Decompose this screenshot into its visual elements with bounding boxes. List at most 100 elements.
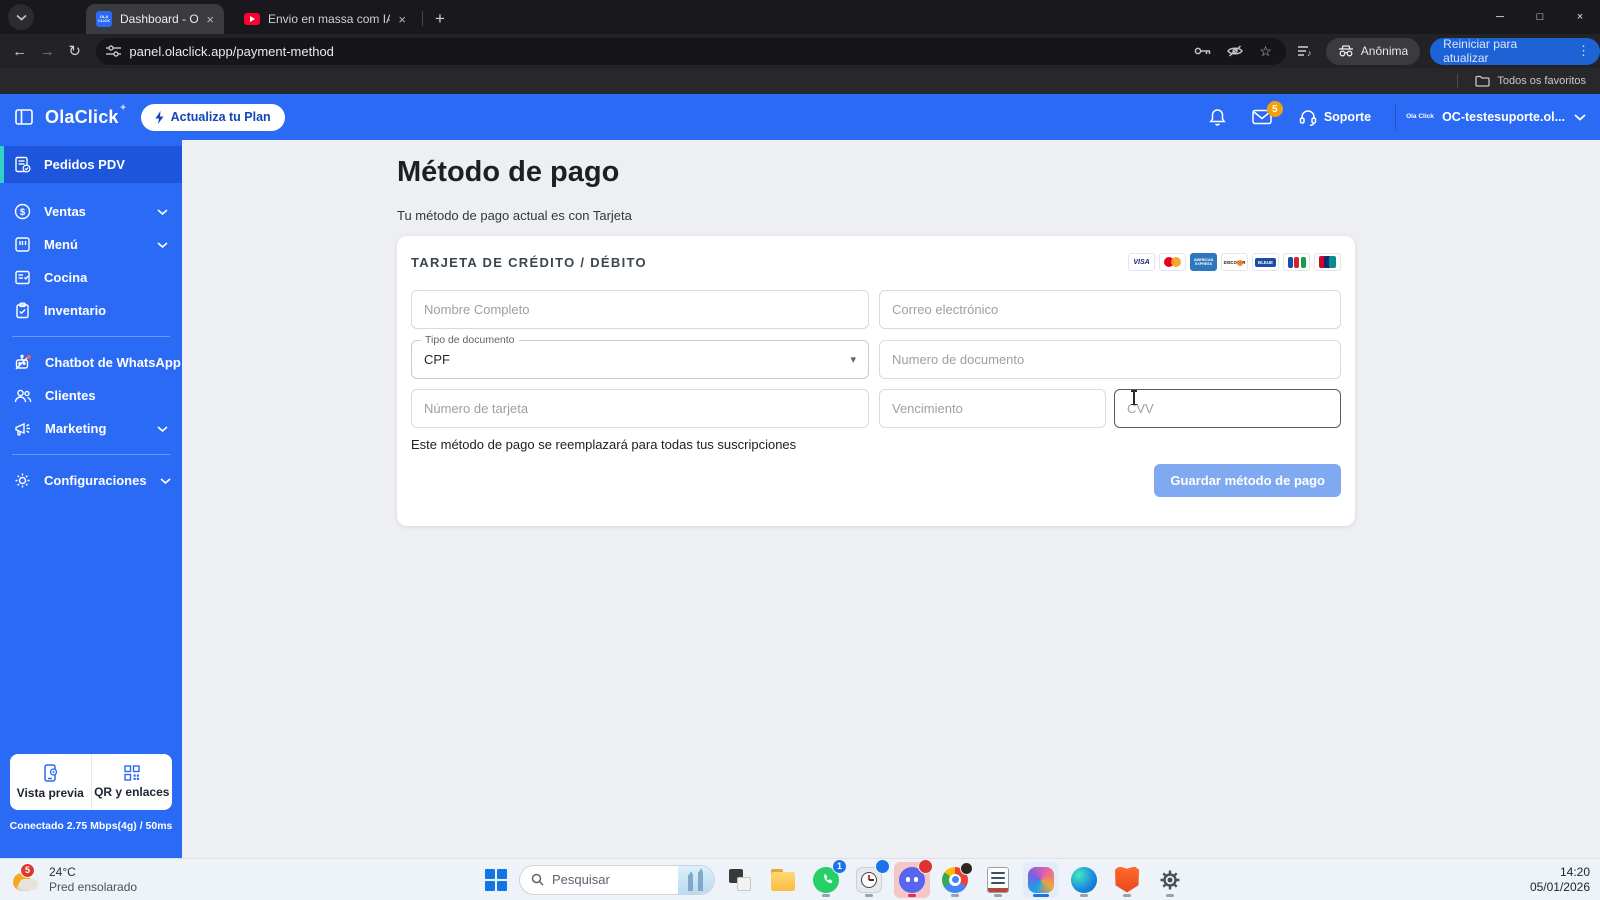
svg-text:♪: ♪ (1307, 48, 1312, 57)
site-settings-icon[interactable] (106, 45, 121, 57)
search-placeholder: Pesquisar (552, 872, 678, 887)
windows-logo-icon (485, 869, 507, 891)
caret-down-icon: ▾ (850, 353, 856, 366)
sidebar-item-pedidos-pdv[interactable]: Pedidos PDV (0, 146, 182, 183)
chevron-down-icon (157, 426, 168, 432)
sidebar-item-marketing[interactable]: Marketing (0, 412, 182, 445)
copilot-button[interactable] (1023, 862, 1059, 898)
sidebar-item-configuraciones[interactable]: Configuraciones (0, 464, 182, 497)
browser-menu-icon[interactable]: ⋮ (1573, 43, 1594, 59)
notes-app-button[interactable] (980, 862, 1016, 898)
window-controls: ─ □ × (1480, 0, 1600, 34)
discover-icon: DISCOVER (1221, 253, 1248, 271)
save-payment-method-button[interactable]: Guardar método de pago (1154, 464, 1341, 497)
address-bar[interactable]: panel.olaclick.app/payment-method ☆ (96, 38, 1285, 65)
back-button[interactable]: ← (6, 43, 33, 60)
tab-youtube[interactable]: Envio en massa com IA - YouTu × (234, 4, 416, 34)
olaclick-favicon: OLA CLICK (96, 11, 112, 27)
minimize-button[interactable]: ─ (1480, 11, 1520, 23)
expiry-input[interactable] (879, 389, 1106, 428)
bookmarks-bar: Todos os favoritos (0, 68, 1600, 94)
whatsapp-button[interactable]: 1 (808, 862, 844, 898)
taskbar-search[interactable]: Pesquisar (519, 865, 715, 895)
app-header: OlaClick ✦ Actualiza tu Plan 5 Soporte (0, 94, 1600, 140)
password-key-icon[interactable] (1194, 46, 1211, 56)
name-field-wrap (411, 290, 869, 329)
payment-card: TARJETA DE CRÉDITO / DÉBITO VISA AMERICA… (397, 236, 1355, 526)
brave-button[interactable] (1109, 862, 1145, 898)
upgrade-plan-button[interactable]: Actualiza tu Plan (141, 104, 285, 131)
notifications-bell-button[interactable] (1196, 108, 1239, 126)
start-button[interactable] (480, 864, 512, 896)
folder-icon (771, 872, 795, 891)
task-view-icon (729, 869, 751, 891)
qr-links-button[interactable]: QR y enlaces (91, 754, 173, 810)
clock-app-button[interactable] (851, 862, 887, 898)
search-highlight-image[interactable] (678, 865, 714, 895)
edge-button[interactable] (1066, 862, 1102, 898)
discord-button[interactable] (894, 862, 930, 898)
card-section-title: TARJETA DE CRÉDITO / DÉBITO (411, 255, 647, 270)
page-title: Método de pago (397, 156, 619, 189)
card-number-input[interactable] (411, 389, 869, 428)
eye-off-icon[interactable] (1227, 45, 1243, 57)
chevron-down-icon (16, 14, 27, 21)
maximize-button[interactable]: □ (1520, 11, 1560, 23)
close-tab-icon[interactable]: × (206, 13, 214, 26)
sidebar-collapse-icon[interactable] (15, 109, 33, 125)
task-view-button[interactable] (722, 862, 758, 898)
tab-title: Dashboard - OlaClick (120, 12, 198, 26)
account-name: OC-testesuporte.ol... (1442, 110, 1565, 124)
preview-button[interactable]: Vista previa (10, 754, 91, 810)
account-logo: Ola Click (1406, 114, 1434, 121)
settings-button[interactable] (1152, 862, 1188, 898)
sidebar-item-label: Clientes (45, 388, 96, 403)
chrome-button[interactable] (937, 862, 973, 898)
email-input[interactable] (879, 290, 1341, 329)
replace-note: Este método de pago se reemplazará para … (411, 437, 796, 452)
document-type-select[interactable]: Tipo de documento CPF ▾ (411, 340, 869, 379)
sidebar-item-clientes[interactable]: Clientes (0, 379, 182, 412)
sidebar-item-inventario[interactable]: Inventario (0, 294, 182, 327)
support-button[interactable]: Soporte (1285, 109, 1385, 126)
sidebar-item-cocina[interactable]: Cocina (0, 261, 182, 294)
sidebar-item-ventas[interactable]: $ Ventas (0, 195, 182, 228)
close-window-button[interactable]: × (1560, 11, 1600, 23)
sidebar-item-chatbot-whatsapp[interactable]: Chatbot de WhatsApp (0, 346, 182, 379)
weather-desc: Pred ensolarado (49, 880, 137, 895)
document-number-input[interactable] (879, 340, 1341, 379)
sidebar-item-menu[interactable]: Menú (0, 228, 182, 261)
page-subtitle: Tu método de pago actual es con Tarjeta (397, 208, 632, 223)
support-label: Soporte (1324, 110, 1371, 124)
account-menu[interactable]: OC-testesuporte.ol... (1434, 110, 1586, 124)
main-content: Método de pago Tu método de pago actual … (182, 140, 1600, 858)
taskbar-clock[interactable]: 14:20 05/01/2026 (1530, 865, 1590, 895)
restart-label: Reiniciar para atualizar (1443, 37, 1563, 65)
text-cursor (1133, 391, 1135, 404)
inbox-mail-button[interactable]: 5 (1239, 109, 1285, 125)
date-text: 05/01/2026 (1530, 880, 1590, 895)
menu-board-icon (14, 236, 31, 253)
file-explorer-button[interactable] (765, 862, 801, 898)
mastercard-icon (1159, 253, 1186, 271)
restart-to-update-button[interactable]: Reiniciar para atualizar ⋮ (1430, 38, 1600, 65)
all-bookmarks-button[interactable]: Todos os favoritos (1497, 75, 1586, 87)
anonymous-profile-badge[interactable]: Anônima (1326, 38, 1420, 65)
media-controls-icon[interactable]: ♪ (1298, 45, 1312, 57)
close-tab-icon[interactable]: × (398, 13, 406, 26)
forward-button[interactable]: → (33, 43, 60, 60)
card-number-field-wrap (411, 389, 869, 428)
brave-icon (1115, 867, 1139, 893)
tab-search-button[interactable] (8, 4, 34, 30)
weather-widget[interactable]: 5 24°C Pred ensolarado (10, 865, 137, 895)
tab-dashboard-olaclick[interactable]: OLA CLICK Dashboard - OlaClick × (86, 4, 224, 34)
sidebar-item-label: Ventas (44, 204, 86, 219)
full-name-input[interactable] (411, 290, 869, 329)
url-text[interactable]: panel.olaclick.app/payment-method (129, 44, 1194, 59)
reload-button[interactable]: ↻ (61, 42, 88, 60)
bookmark-star-icon[interactable]: ☆ (1259, 43, 1272, 60)
new-tab-button[interactable]: + (429, 9, 451, 29)
cvv-input[interactable] (1114, 389, 1341, 428)
profile-label: Anônima (1361, 44, 1408, 58)
chevron-down-icon (157, 209, 168, 215)
